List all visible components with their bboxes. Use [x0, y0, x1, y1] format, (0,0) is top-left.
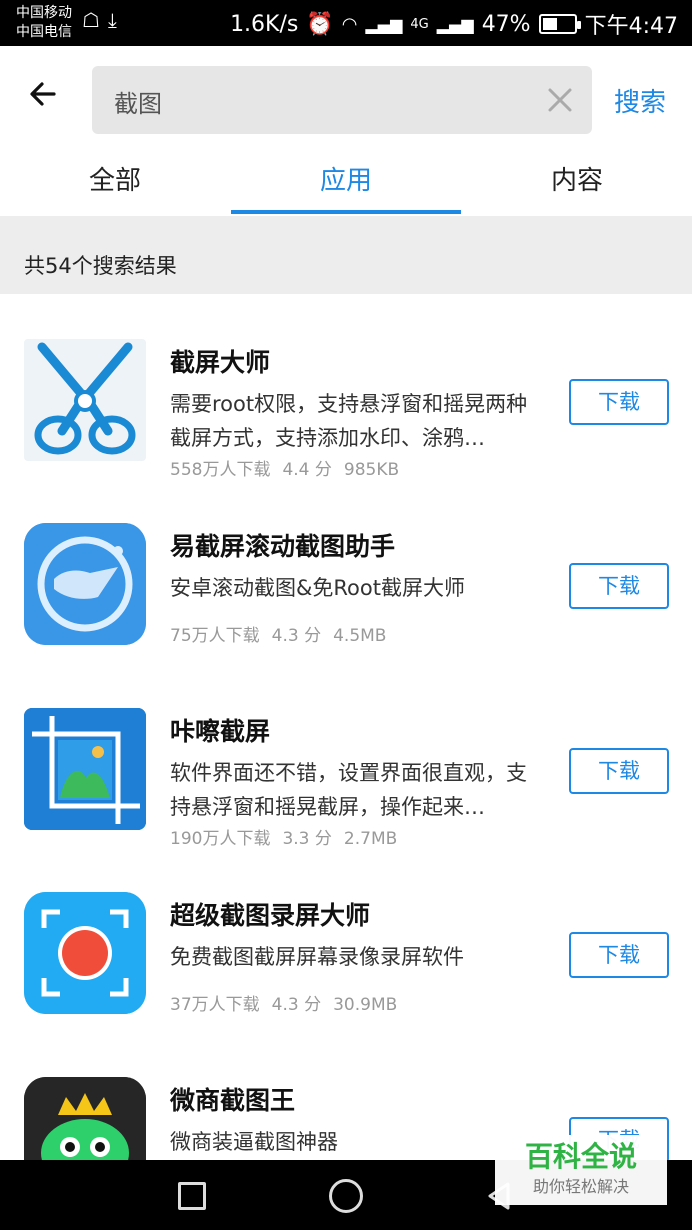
home-icon[interactable]: [329, 1179, 363, 1213]
tab-bar: 全部 应用 内容: [0, 150, 692, 216]
app-name[interactable]: 截屏大师: [170, 343, 270, 379]
crop-app-icon[interactable]: [24, 708, 146, 830]
results-count: 共54个搜索结果: [24, 254, 177, 278]
file-size: 30.9MB: [333, 995, 398, 1015]
list-item[interactable]: 易截屏滚动截图助手 安卓滚动截图&免Root截屏大师 75万人下载 4.3 分 4.…: [0, 523, 692, 707]
close-icon[interactable]: [546, 80, 574, 121]
tab-apps[interactable]: 应用: [320, 160, 372, 197]
signal-icon-2: ▂▄▆: [436, 14, 474, 34]
watermark-subtitle: 助你轻松解决: [532, 1177, 629, 1196]
download-icon: ⤓: [107, 8, 117, 32]
clock: 下午4:47: [584, 14, 678, 39]
signal-icon: ▂▄▆: [365, 14, 403, 34]
download-button[interactable]: 下载: [569, 563, 669, 609]
app-description: 安卓滚动截图&免Root截屏大师: [170, 576, 465, 600]
download-count: 37万人下载: [170, 995, 260, 1015]
file-size: 4.5MB: [333, 626, 387, 646]
list-item[interactable]: 超级截图录屏大师 免费截图截屏屏幕录像录屏软件 37万人下载 4.3 分 30.9M…: [0, 892, 692, 1076]
app-meta: 37万人下载 4.3 分 30.9MB: [170, 990, 409, 1015]
app-meta: 190万人下载 3.3 分 2.7MB: [170, 824, 409, 849]
app-name[interactable]: 微商截图王: [170, 1081, 295, 1117]
rating: 4.3 分: [271, 995, 322, 1015]
scroll-screenshot-app-icon[interactable]: [24, 523, 146, 645]
file-size: 2.7MB: [343, 829, 398, 849]
app-meta: 558万人下载 4.4 分 985KB: [170, 455, 411, 480]
search-header: 截图 搜索: [0, 46, 692, 156]
tab-all[interactable]: 全部: [89, 160, 141, 197]
rating: 4.3 分: [271, 626, 322, 646]
app-description: 微商装逼截图神器: [170, 1130, 338, 1154]
list-item[interactable]: 咔嚓截屏 软件界面还不错，设置界面很直观，支持悬浮窗和摇晃截屏，操作起来… 19…: [0, 708, 692, 892]
scissors-app-icon[interactable]: [24, 339, 146, 461]
rating: 4.4 分: [282, 460, 332, 480]
search-input[interactable]: 截图: [92, 66, 592, 134]
app-meta: 75万人下载 4.3 分 4.5MB: [170, 621, 398, 646]
download-button[interactable]: 下载: [569, 932, 669, 978]
download-button[interactable]: 下载: [569, 379, 669, 425]
watermark: 百科全说 助你轻松解决: [495, 1135, 667, 1205]
file-size: 985KB: [343, 460, 400, 480]
carrier-2: 中国电信: [16, 24, 72, 40]
recent-apps-icon[interactable]: [178, 1182, 206, 1210]
carrier-1: 中国移动: [16, 5, 72, 21]
record-app-icon[interactable]: [24, 892, 146, 1014]
wifi-icon: ◠: [341, 13, 358, 35]
network-type: 4G: [410, 16, 429, 32]
alarm-icon: ⏰: [306, 11, 334, 37]
app-description: 需要root权限，支持悬浮窗和摇晃两种截屏方式，支持添加水印、涂鸦…: [170, 392, 528, 450]
tab-content[interactable]: 内容: [551, 160, 603, 197]
app-name[interactable]: 易截屏滚动截图助手: [170, 527, 395, 563]
results-count-band: 共54个搜索结果: [0, 216, 692, 294]
status-bar: 中国移动 中国电信 ☖ ⤓ 1.6K/s ⏰ ◠ ▂▄▆ 4G ▂▄▆ 47% …: [0, 0, 692, 46]
battery-icon: [538, 14, 581, 34]
back-arrow-icon[interactable]: [28, 78, 58, 118]
download-count: 558万人下载: [170, 460, 271, 480]
watermark-title: 百科全说: [524, 1140, 637, 1173]
app-name[interactable]: 超级截图录屏大师: [170, 896, 370, 932]
battery-percent: 47%: [481, 11, 531, 37]
app-description: 免费截图截屏屏幕录像录屏软件: [170, 945, 464, 969]
search-query[interactable]: 截图: [114, 84, 162, 119]
app-description: 软件界面还不错，设置界面很直观，支持悬浮窗和摇晃截屏，操作起来…: [170, 761, 527, 819]
download-count: 190万人下载: [170, 829, 271, 849]
download-count: 75万人下载: [170, 626, 260, 646]
active-tab-indicator: [231, 210, 461, 214]
rating: 3.3 分: [282, 829, 332, 849]
app-name[interactable]: 咔嚓截屏: [170, 712, 270, 748]
download-button[interactable]: 下载: [569, 748, 669, 794]
network-speed: 1.6K/s: [230, 11, 299, 37]
list-item[interactable]: 截屏大师 需要root权限，支持悬浮窗和摇晃两种截屏方式，支持添加水印、涂鸦… …: [0, 339, 692, 523]
search-button[interactable]: 搜索: [614, 82, 666, 119]
carrier-info: 中国移动 中国电信: [16, 4, 72, 42]
qq-notification-icon: ☖: [82, 8, 100, 32]
